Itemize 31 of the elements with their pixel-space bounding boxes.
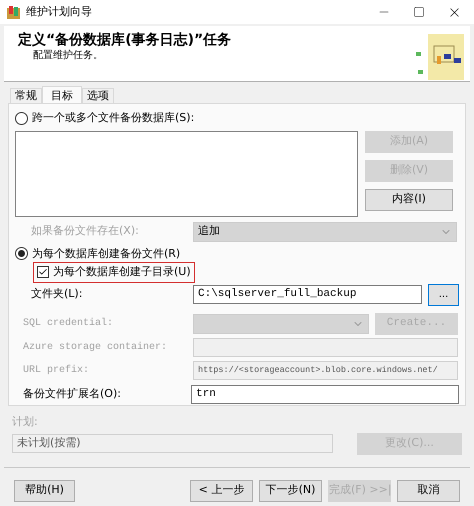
field-label: SQL credential: — [23, 316, 114, 331]
tab[interactable]: 选项 — [82, 88, 114, 103]
wizard-drawing — [414, 32, 466, 82]
browse-button[interactable]: ... — [428, 284, 459, 306]
header-subtitle: 配置维护任务。 — [32, 49, 104, 62]
checkbox[interactable] — [37, 266, 49, 278]
radio-label: 为每个数据库创建备份文件(R) — [32, 246, 180, 262]
radio-button[interactable] — [15, 247, 28, 260]
radio-label: 跨一个或多个文件备份数据库(S): — [32, 110, 194, 126]
field-label: Azure storage container: — [23, 340, 168, 354]
window-title: 维护计划向导 — [26, 4, 92, 20]
header-title: 定义“备份数据库(事务日志)”任务 — [18, 32, 232, 49]
field-label: 如果备份文件存在(X): — [31, 223, 140, 240]
wizard-button[interactable]: 取消 — [397, 480, 460, 502]
input-field[interactable]: trn — [191, 384, 459, 404]
tab[interactable]: 常规 — [10, 88, 42, 103]
maximize-icon[interactable] — [413, 6, 425, 18]
schedule-label: 计划: — [12, 414, 39, 430]
field-label: URL prefix: — [23, 364, 90, 378]
wizard-icon — [6, 4, 21, 20]
wizard-button[interactable]: 下一步(N) — [259, 480, 322, 502]
file-list[interactable] — [15, 130, 358, 216]
wizard-button[interactable]: 帮助(H) — [14, 480, 75, 502]
checkbox-row[interactable]: 为每个数据库创建子目录(U) — [33, 262, 195, 282]
tab[interactable]: 目标 — [42, 86, 82, 103]
field-label: 备份文件扩展名(O): — [23, 386, 122, 402]
wizard-button[interactable]: < 上一步 — [190, 480, 253, 502]
field-label: 文件夹(L): — [31, 286, 84, 302]
side-button[interactable]: 内容(I) — [365, 188, 453, 210]
radio-button[interactable] — [15, 112, 28, 125]
input-field[interactable]: C:\sqlserver_full_backup — [193, 285, 422, 304]
